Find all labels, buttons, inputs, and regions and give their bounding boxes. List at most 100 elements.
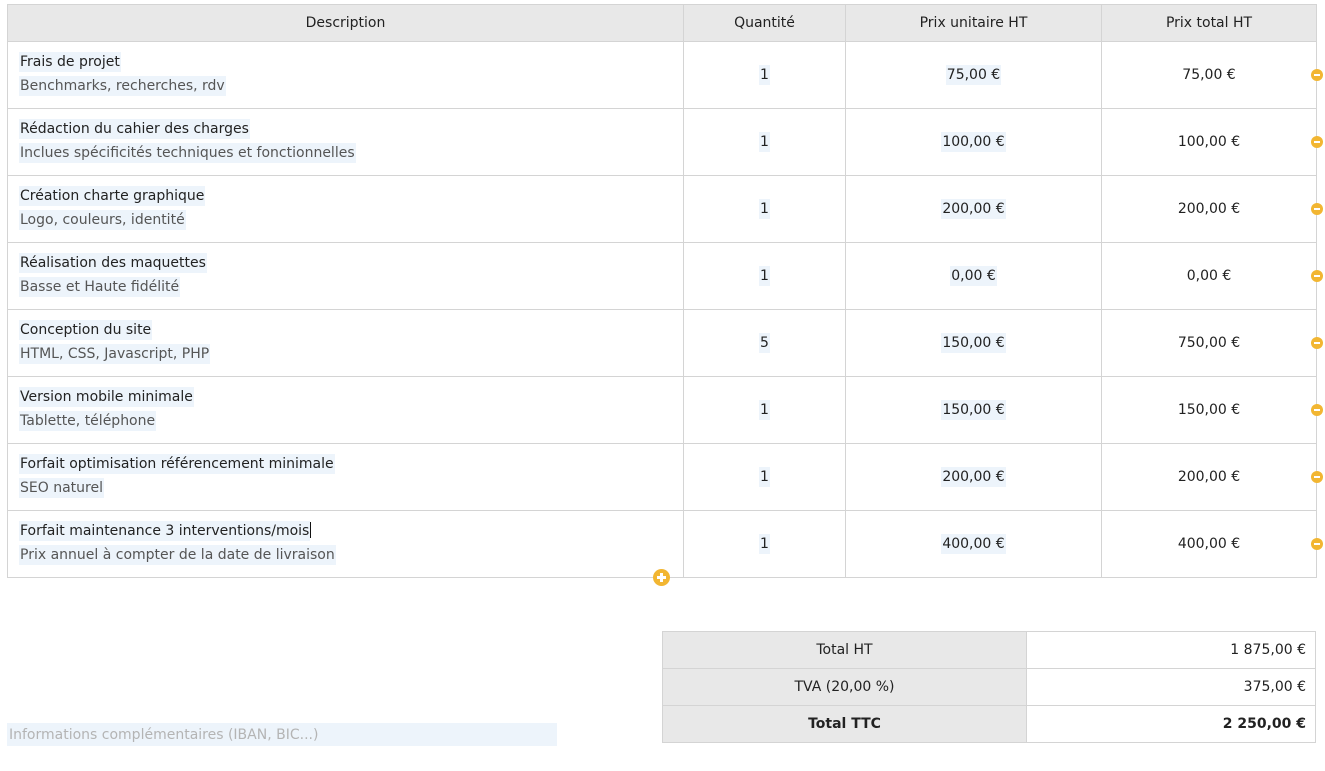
unit-price-field[interactable]: 200,00 € (941, 199, 1006, 219)
unit-price-field[interactable]: 150,00 € (941, 333, 1006, 353)
unit-price-cell: 400,00 € (845, 510, 1102, 578)
item-title-field[interactable]: Création charte graphique (19, 186, 206, 206)
item-subtitle-field[interactable]: Benchmarks, recherches, rdv (19, 76, 226, 96)
remove-row-icon[interactable] (1311, 136, 1323, 148)
remove-row-icon[interactable] (1311, 471, 1323, 483)
unit-price-cell: 100,00 € (845, 108, 1102, 176)
quantity-cell: 1 (683, 41, 846, 109)
additional-info-input[interactable] (7, 723, 557, 746)
header-total-price: Prix total HT (1101, 4, 1317, 42)
row-total-value: 75,00 € (1182, 67, 1236, 83)
description-cell: Forfait optimisation référencement minim… (7, 443, 684, 511)
row-total-value: 100,00 € (1177, 134, 1241, 150)
description-cell: Conception du site HTML, CSS, Javascript… (7, 309, 684, 377)
unit-price-cell: 150,00 € (845, 376, 1102, 444)
add-row-icon[interactable] (653, 569, 670, 586)
total-ttc-value: 2 250,00 € (1026, 705, 1316, 743)
row-total-cell: 200,00 € (1101, 175, 1323, 243)
tva-label: TVA (20,00 %) (662, 668, 1027, 706)
quantity-field[interactable]: 1 (759, 266, 770, 286)
row-total-value: 200,00 € (1177, 201, 1241, 217)
row-total-cell: 400,00 € (1101, 510, 1323, 578)
item-title-field[interactable]: Rédaction du cahier des charges (19, 119, 250, 139)
totals-table: Total HT 1 875,00 € TVA (20,00 %) 375,00… (662, 631, 1316, 743)
quantity-field[interactable]: 1 (759, 534, 770, 554)
table-header-row: Description Quantité Prix unitaire HT Pr… (7, 4, 1317, 42)
item-subtitle-field[interactable]: Basse et Haute fidélité (19, 277, 181, 297)
unit-price-cell: 200,00 € (845, 443, 1102, 511)
header-quantity: Quantité (683, 4, 846, 42)
header-unit-price: Prix unitaire HT (845, 4, 1102, 42)
unit-price-cell: 200,00 € (845, 175, 1102, 243)
quote-items-table: Description Quantité Prix unitaire HT Pr… (7, 4, 1323, 578)
remove-row-icon[interactable] (1311, 337, 1323, 349)
table-row: Conception du site HTML, CSS, Javascript… (7, 309, 1323, 377)
item-subtitle-field[interactable]: HTML, CSS, Javascript, PHP (19, 344, 211, 364)
item-title-field[interactable]: Version mobile minimale (19, 387, 194, 407)
row-total-cell: 0,00 € (1101, 242, 1323, 310)
quantity-cell: 5 (683, 309, 846, 377)
total-ht-label: Total HT (662, 631, 1027, 669)
unit-price-cell: 75,00 € (845, 41, 1102, 109)
table-row: Forfait optimisation référencement minim… (7, 443, 1323, 511)
table-row: Frais de projet Benchmarks, recherches, … (7, 41, 1323, 109)
quantity-field[interactable]: 1 (759, 467, 770, 487)
row-total-cell: 200,00 € (1101, 443, 1323, 511)
row-total-cell: 100,00 € (1101, 108, 1323, 176)
description-cell: Création charte graphique Logo, couleurs… (7, 175, 684, 243)
description-cell: Version mobile minimale Tablette, téléph… (7, 376, 684, 444)
item-title-field[interactable]: Conception du site (19, 320, 153, 340)
remove-row-icon[interactable] (1311, 538, 1323, 550)
quantity-field[interactable]: 1 (759, 65, 770, 85)
total-ttc-label: Total TTC (662, 705, 1027, 743)
item-title-field[interactable]: Frais de projet (19, 52, 121, 72)
table-row: Version mobile minimale Tablette, téléph… (7, 376, 1323, 444)
remove-row-icon[interactable] (1311, 203, 1323, 215)
item-subtitle-field[interactable]: Tablette, téléphone (19, 411, 157, 431)
quantity-cell: 1 (683, 376, 846, 444)
quantity-field[interactable]: 1 (759, 132, 770, 152)
remove-row-icon[interactable] (1311, 69, 1323, 81)
quantity-cell: 1 (683, 175, 846, 243)
table-row: Rédaction du cahier des charges Inclues … (7, 108, 1323, 176)
description-cell: Forfait maintenance 3 interventions/mois… (7, 510, 684, 578)
item-subtitle-field[interactable]: SEO naturel (19, 478, 104, 498)
unit-price-field[interactable]: 75,00 € (945, 65, 1002, 85)
remove-row-icon[interactable] (1311, 404, 1323, 416)
unit-price-field[interactable]: 0,00 € (950, 266, 997, 286)
row-total-cell: 75,00 € (1101, 41, 1323, 109)
unit-price-field[interactable]: 100,00 € (941, 132, 1006, 152)
quantity-field[interactable]: 1 (759, 400, 770, 420)
quantity-cell: 1 (683, 510, 846, 578)
quantity-cell: 1 (683, 108, 846, 176)
item-title-field[interactable]: Réalisation des maquettes (19, 253, 207, 273)
total-ht-value: 1 875,00 € (1026, 631, 1316, 669)
item-title-field[interactable]: Forfait maintenance 3 interventions/mois (19, 521, 311, 541)
row-total-value: 200,00 € (1177, 469, 1241, 485)
row-total-value: 400,00 € (1177, 536, 1241, 552)
item-subtitle-field[interactable]: Logo, couleurs, identité (19, 210, 186, 230)
quantity-cell: 1 (683, 443, 846, 511)
quantity-field[interactable]: 1 (759, 199, 770, 219)
table-row: Création charte graphique Logo, couleurs… (7, 175, 1323, 243)
row-total-cell: 750,00 € (1101, 309, 1323, 377)
total-ht-row: Total HT 1 875,00 € (662, 631, 1316, 669)
row-total-value: 150,00 € (1177, 402, 1241, 418)
unit-price-field[interactable]: 200,00 € (941, 467, 1006, 487)
item-title-field[interactable]: Forfait optimisation référencement minim… (19, 454, 335, 474)
item-subtitle-field[interactable]: Prix annuel à compter de la date de livr… (19, 545, 336, 565)
quantity-field[interactable]: 5 (759, 333, 770, 353)
unit-price-cell: 150,00 € (845, 309, 1102, 377)
row-total-value: 750,00 € (1177, 335, 1241, 351)
quantity-cell: 1 (683, 242, 846, 310)
remove-row-icon[interactable] (1311, 270, 1323, 282)
table-row: Réalisation des maquettes Basse et Haute… (7, 242, 1323, 310)
unit-price-field[interactable]: 150,00 € (941, 400, 1006, 420)
tva-value: 375,00 € (1026, 668, 1316, 706)
item-subtitle-field[interactable]: Inclues spécificités techniques et fonct… (19, 143, 356, 163)
description-cell: Frais de projet Benchmarks, recherches, … (7, 41, 684, 109)
unit-price-field[interactable]: 400,00 € (941, 534, 1006, 554)
row-total-value: 0,00 € (1186, 268, 1232, 284)
text-cursor (310, 522, 312, 538)
row-total-cell: 150,00 € (1101, 376, 1323, 444)
